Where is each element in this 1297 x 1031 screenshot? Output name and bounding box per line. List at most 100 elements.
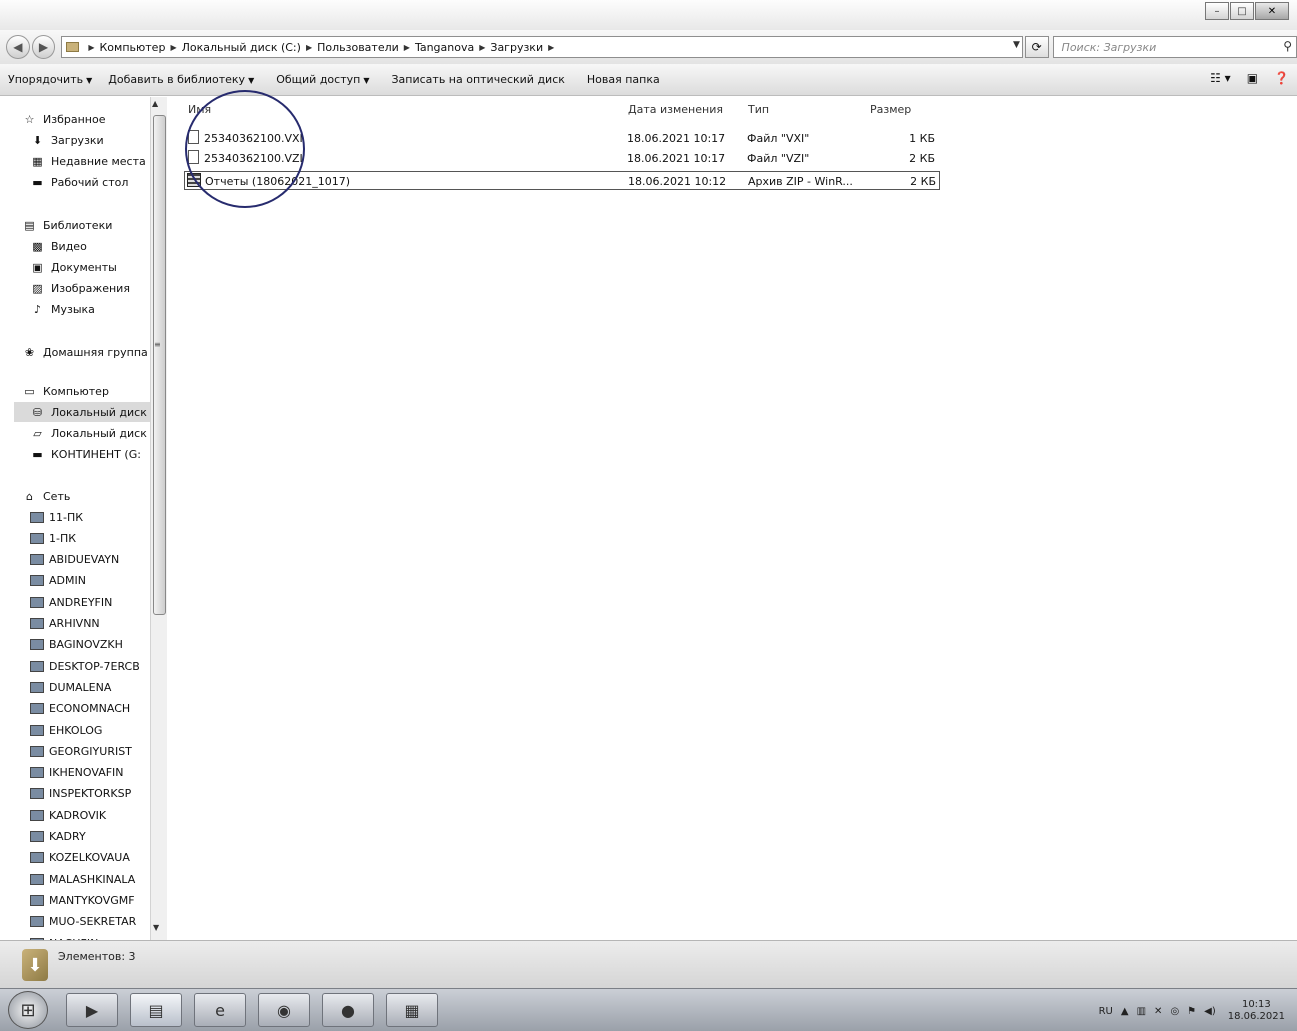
tray-expand-icon[interactable]: ▲: [1121, 1006, 1129, 1017]
column-header-size[interactable]: Размер: [870, 103, 911, 116]
search-icon[interactable]: ⚲: [1283, 39, 1292, 53]
nav-network-computer[interactable]: DESKTOP-7ERCB: [30, 656, 170, 676]
nav-item-local-disk-c[interactable]: ⛁ Локальный диск: [14, 402, 150, 422]
security-tray-icon[interactable]: ✕: [1154, 1006, 1162, 1017]
nav-network-computer[interactable]: INSPEKTORKSP: [30, 784, 170, 804]
nav-network-computer-label: ECONOMNACH: [49, 702, 131, 716]
nav-network[interactable]: ⌂ Сеть: [22, 486, 170, 506]
nav-libraries[interactable]: ▤ Библиотеки: [22, 215, 170, 235]
nav-network-computer[interactable]: MANTYKOVGMF: [30, 890, 170, 910]
network-computer-icon: [30, 894, 44, 906]
network-computer-icon: [30, 809, 44, 821]
nav-item-downloads[interactable]: ⬇ Загрузки: [30, 130, 170, 150]
command-bar: Упорядочить ▼ Добавить в библиотеку ▼ Общи…: [0, 64, 1297, 96]
nav-network-computer[interactable]: DUMALENA: [30, 677, 170, 697]
nav-network-computer-label: GEORGIYURIST: [49, 744, 132, 758]
back-button[interactable]: ◀: [6, 35, 30, 59]
nav-network-computer[interactable]: IKHENOVAFIN: [30, 763, 170, 783]
clock-time: 10:13: [1241, 999, 1271, 1010]
circle-annotation: [185, 90, 305, 208]
nav-network-computer[interactable]: ANDREYFIN: [30, 592, 170, 612]
network-tray-icon[interactable]: ▥: [1137, 1006, 1146, 1017]
breadcrumb-user[interactable]: Tanganova: [415, 41, 474, 54]
network-computer-icon: [30, 618, 44, 629]
internet-explorer-icon[interactable]: e: [194, 993, 246, 1027]
desktop-icon: ▬: [32, 175, 43, 189]
nav-favorites[interactable]: ☆ Избранное: [22, 109, 170, 129]
column-header-type[interactable]: Тип: [748, 103, 769, 116]
nav-network-computer[interactable]: KOZELKOVAUA: [30, 848, 170, 868]
window-controls: – □ ✕: [1204, 2, 1289, 20]
close-button[interactable]: ✕: [1255, 2, 1289, 20]
nav-item-local-disk-2[interactable]: ▱ Локальный диск: [30, 423, 170, 443]
nav-network-computer[interactable]: BAGINOVZKH: [30, 635, 170, 655]
breadcrumb-computer[interactable]: Компьютер: [100, 41, 166, 54]
nav-homegroup[interactable]: ❀ Домашняя группа: [22, 342, 170, 362]
nav-network-computer[interactable]: GEORGIYURIST: [30, 741, 170, 761]
nav-item-pictures[interactable]: ▨ Изображения: [30, 278, 170, 298]
document-app-icon[interactable]: ▦: [386, 993, 438, 1027]
nav-network-computer[interactable]: 11-ПК: [30, 507, 170, 527]
nav-network-computer[interactable]: NACHFIN: [30, 933, 170, 940]
nav-network-computer[interactable]: ADMIN: [30, 571, 170, 591]
address-bar[interactable]: ▶ Компьютер ▶ Локальный диск (C:) ▶ Поль…: [61, 36, 1023, 58]
breadcrumb-downloads[interactable]: Загрузки: [490, 41, 543, 54]
preview-pane-icon[interactable]: ▣: [1247, 71, 1258, 85]
flag-icon[interactable]: ⚑: [1187, 1006, 1196, 1017]
scrollbar-thumb[interactable]: [153, 115, 166, 615]
nav-network-computer[interactable]: 1-ПК: [30, 528, 170, 548]
browser-icon[interactable]: ●: [322, 993, 374, 1027]
nav-item-music[interactable]: ♪ Музыка: [30, 299, 170, 319]
share-button[interactable]: Общий доступ ▼: [276, 73, 369, 86]
refresh-button[interactable]: ⟳: [1024, 36, 1049, 58]
nav-network-computer[interactable]: EHKOLOG: [30, 720, 170, 740]
maximize-button[interactable]: □: [1230, 2, 1254, 20]
burn-button[interactable]: Записать на оптический диск: [391, 73, 564, 86]
drive-icon: ▬: [32, 447, 43, 461]
language-indicator[interactable]: RU: [1099, 1006, 1113, 1017]
volume-icon[interactable]: ◀): [1204, 1006, 1216, 1017]
nav-network-computer[interactable]: ARHIVNN: [30, 614, 170, 634]
help-icon[interactable]: ❓: [1274, 71, 1289, 85]
media-player-icon[interactable]: ▶: [66, 993, 118, 1027]
nav-network-computer[interactable]: ECONOMNACH: [30, 699, 170, 719]
nav-item-kontinent[interactable]: ▬ КОНТИНЕНТ (G:: [30, 444, 170, 464]
chrome-icon[interactable]: ◉: [258, 993, 310, 1027]
forward-button[interactable]: ▶: [31, 35, 56, 59]
nav-item-documents[interactable]: ▣ Документы: [30, 257, 170, 277]
nav-item-recent[interactable]: ▦ Недавние места: [30, 151, 170, 171]
add-to-library-button[interactable]: Добавить в библиотеку ▼: [108, 73, 254, 86]
organize-button[interactable]: Упорядочить ▼: [8, 73, 92, 86]
nav-network-computer[interactable]: MALASHKINALA: [30, 869, 170, 889]
update-tray-icon[interactable]: ◎: [1170, 1006, 1179, 1017]
network-computer-icon: [30, 703, 44, 715]
recent-places-icon: ▦: [32, 154, 43, 168]
nav-network-computer[interactable]: KADRY: [30, 827, 170, 847]
breadcrumb-users[interactable]: Пользователи: [317, 41, 399, 54]
nav-computer[interactable]: ▭ Компьютер: [22, 381, 170, 401]
breadcrumb-local-disk[interactable]: Локальный диск (C:): [182, 41, 301, 54]
view-controls: ☷ ▾ ▣ ❓: [1194, 71, 1289, 85]
clock[interactable]: 10:13 18.06.2021: [1228, 999, 1285, 1023]
network-computer-icon: [30, 831, 44, 842]
view-options-icon[interactable]: ☷ ▾: [1210, 71, 1231, 85]
column-header-date[interactable]: Дата изменения: [628, 103, 723, 116]
breadcrumb-separator-icon: ▶: [305, 42, 313, 52]
nav-item-video[interactable]: ▩ Видео: [30, 236, 170, 256]
nav-network-computer[interactable]: MUO-SEKRETAR: [30, 912, 170, 932]
nav-network-computer[interactable]: ABIDUEVAYN: [30, 550, 170, 570]
search-input[interactable]: Поиск: Загрузки ⚲: [1052, 36, 1297, 58]
start-button[interactable]: ⊞: [8, 991, 48, 1029]
nav-scrollbar[interactable]: ▲ ≡ ▼: [150, 97, 167, 940]
nav-item-desktop[interactable]: ▬ Рабочий стол: [30, 172, 170, 192]
minimize-button[interactable]: –: [1205, 2, 1229, 20]
chevron-down-icon[interactable]: ▼: [1013, 40, 1020, 50]
scroll-up-icon[interactable]: ▲: [152, 99, 158, 108]
network-computer-icon: [30, 724, 44, 736]
new-folder-button[interactable]: Новая папка: [587, 73, 660, 86]
nav-network-computer[interactable]: KADROVIK: [30, 805, 170, 825]
network-computer-icon: [30, 575, 44, 587]
explorer-icon[interactable]: ▤: [130, 993, 182, 1027]
file-size: 1 КБ: [909, 132, 935, 145]
scroll-down-icon[interactable]: ▼: [153, 923, 159, 932]
